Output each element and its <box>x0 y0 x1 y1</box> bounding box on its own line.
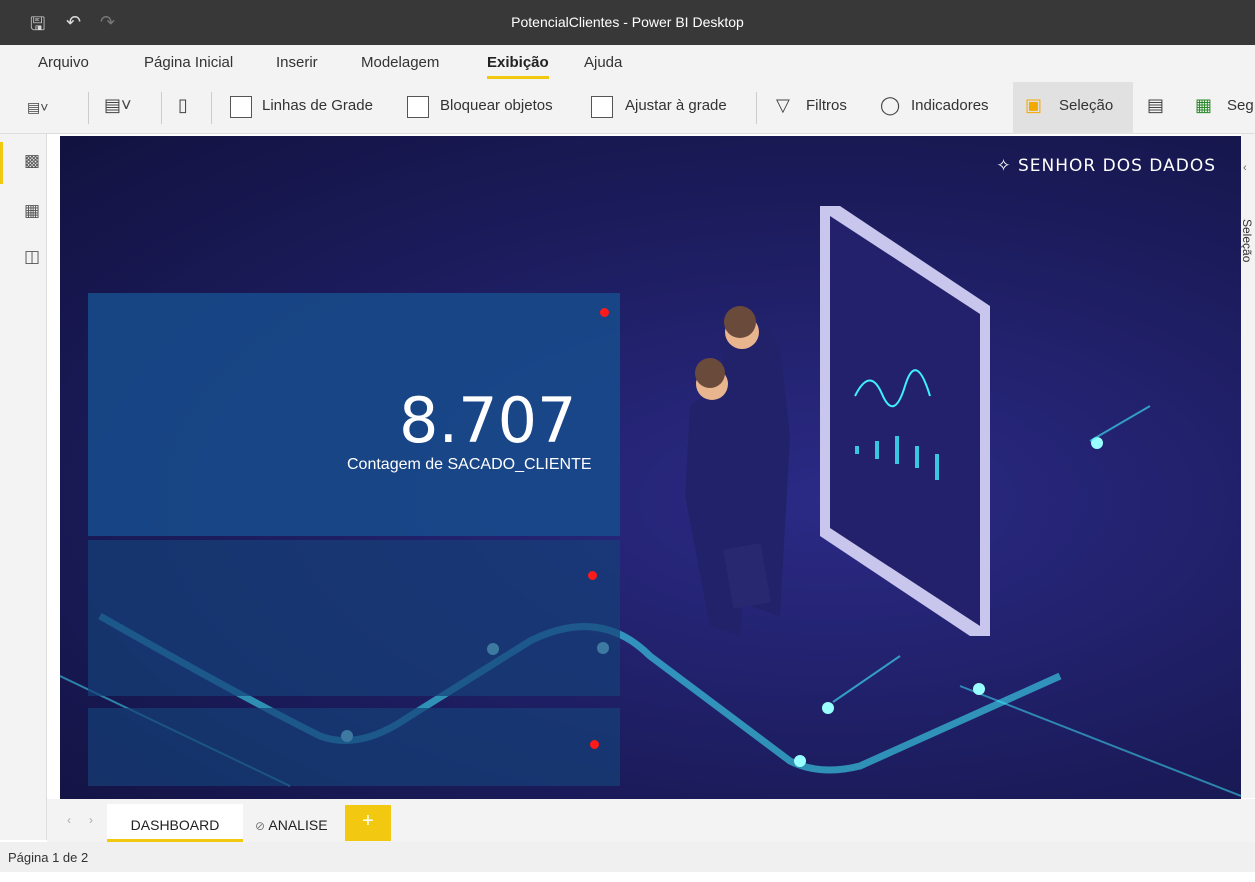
lock-objects-label[interactable]: Bloquear objetos <box>440 97 553 114</box>
report-view-icon[interactable]: ▩ <box>24 151 40 171</box>
performance-icon[interactable]: ▤ <box>1147 95 1164 116</box>
snap-to-grid-label[interactable]: Ajustar à grade <box>625 97 727 114</box>
visual-placeholder-2[interactable] <box>88 540 620 696</box>
menu-inserir[interactable]: Inserir <box>276 54 318 71</box>
selection-label: Seleção <box>1059 97 1114 114</box>
divider <box>161 92 162 124</box>
divider <box>211 92 212 124</box>
logo-text: SENHOR DOS DADOS <box>1018 156 1216 176</box>
active-tab-underline <box>487 76 549 79</box>
lock-objects-checkbox[interactable] <box>407 96 429 118</box>
menu-modelagem[interactable]: Modelagem <box>361 54 439 71</box>
filter-icon[interactable]: ▽ <box>776 95 790 116</box>
theme-icon[interactable]: ▤˅ <box>27 99 48 116</box>
selection-icon: ▣ <box>1025 95 1043 115</box>
menu-pagina-inicial[interactable]: Página Inicial <box>144 54 233 71</box>
kpi-label: Contagem de SACADO_CLIENTE <box>347 456 592 473</box>
selection-pane-label: Seleção <box>1240 219 1254 263</box>
menu-exibicao-label: Exibição <box>487 54 549 71</box>
active-view-indicator <box>0 142 3 184</box>
tab-dashboard[interactable]: DASHBOARD <box>107 804 243 842</box>
model-view-icon[interactable]: ◫ <box>24 247 40 267</box>
menu-arquivo[interactable]: Arquivo <box>38 54 89 71</box>
report-canvas: ✧ SENHOR DOS DADOS 8.707 Contagem de SAC… <box>60 136 1241 799</box>
add-page-button[interactable]: + <box>345 805 391 841</box>
view-switcher: ▩ ▦ ◫ <box>0 134 47 840</box>
data-view-icon[interactable]: ▦ <box>24 201 40 221</box>
selection-pane-collapsed[interactable]: ‹ Seleção <box>1240 134 1255 798</box>
title-bar: 🖫 ↶ ↷ PotencialClientes - Power BI Deskt… <box>0 0 1255 45</box>
menu-exibicao[interactable]: Exibição <box>487 54 549 79</box>
tab-analise-label: ANALISE <box>268 817 328 833</box>
filters-button[interactable]: Filtros <box>806 97 847 114</box>
logo-icon: ✧ <box>996 156 1019 176</box>
page-tab-bar: ‹ › DASHBOARD ⊘ ANALISE + <box>47 799 1255 842</box>
kpi-value: 8.707 <box>399 384 577 457</box>
mobile-layout-icon[interactable]: ▯ <box>178 95 188 116</box>
divider <box>88 92 89 124</box>
bookmarks-button[interactable]: Indicadores <box>911 97 989 114</box>
page-view-icon[interactable]: ▤˅ <box>104 95 132 116</box>
eye-hidden-icon: ⊘ <box>255 819 269 833</box>
menu-ajuda[interactable]: Ajuda <box>584 54 622 71</box>
tab-analise[interactable]: ⊘ ANALISE <box>245 804 343 842</box>
gridlines-label[interactable]: Linhas de Grade <box>262 97 373 114</box>
visual-placeholder-3[interactable] <box>88 708 620 786</box>
status-dot <box>600 308 609 317</box>
scroll-right-icon[interactable]: › <box>89 813 93 827</box>
menu-bar: Arquivo Página Inicial Inserir Modelagem… <box>0 45 1255 82</box>
gridlines-checkbox[interactable] <box>230 96 252 118</box>
sync-icon[interactable]: ▦ <box>1195 95 1212 116</box>
expand-pane-icon[interactable]: ‹ <box>1243 162 1247 174</box>
divider <box>756 92 757 124</box>
window-title: PotencialClientes - Power BI Desktop <box>511 14 744 30</box>
senhor-dos-dados-logo: ✧ SENHOR DOS DADOS <box>996 156 1216 176</box>
sync-slicers-button[interactable]: Seg <box>1227 97 1254 114</box>
page-count-status: Página 1 de 2 <box>8 850 89 865</box>
status-dot <box>590 740 599 749</box>
selection-button[interactable]: ▣ Seleção <box>1013 82 1133 134</box>
bookmark-icon[interactable]: ◯ <box>880 95 900 116</box>
status-dot <box>588 571 597 580</box>
scroll-left-icon[interactable]: ‹ <box>67 813 71 827</box>
status-bar: Página 1 de 2 <box>0 842 1255 872</box>
snap-to-grid-checkbox[interactable] <box>591 96 613 118</box>
